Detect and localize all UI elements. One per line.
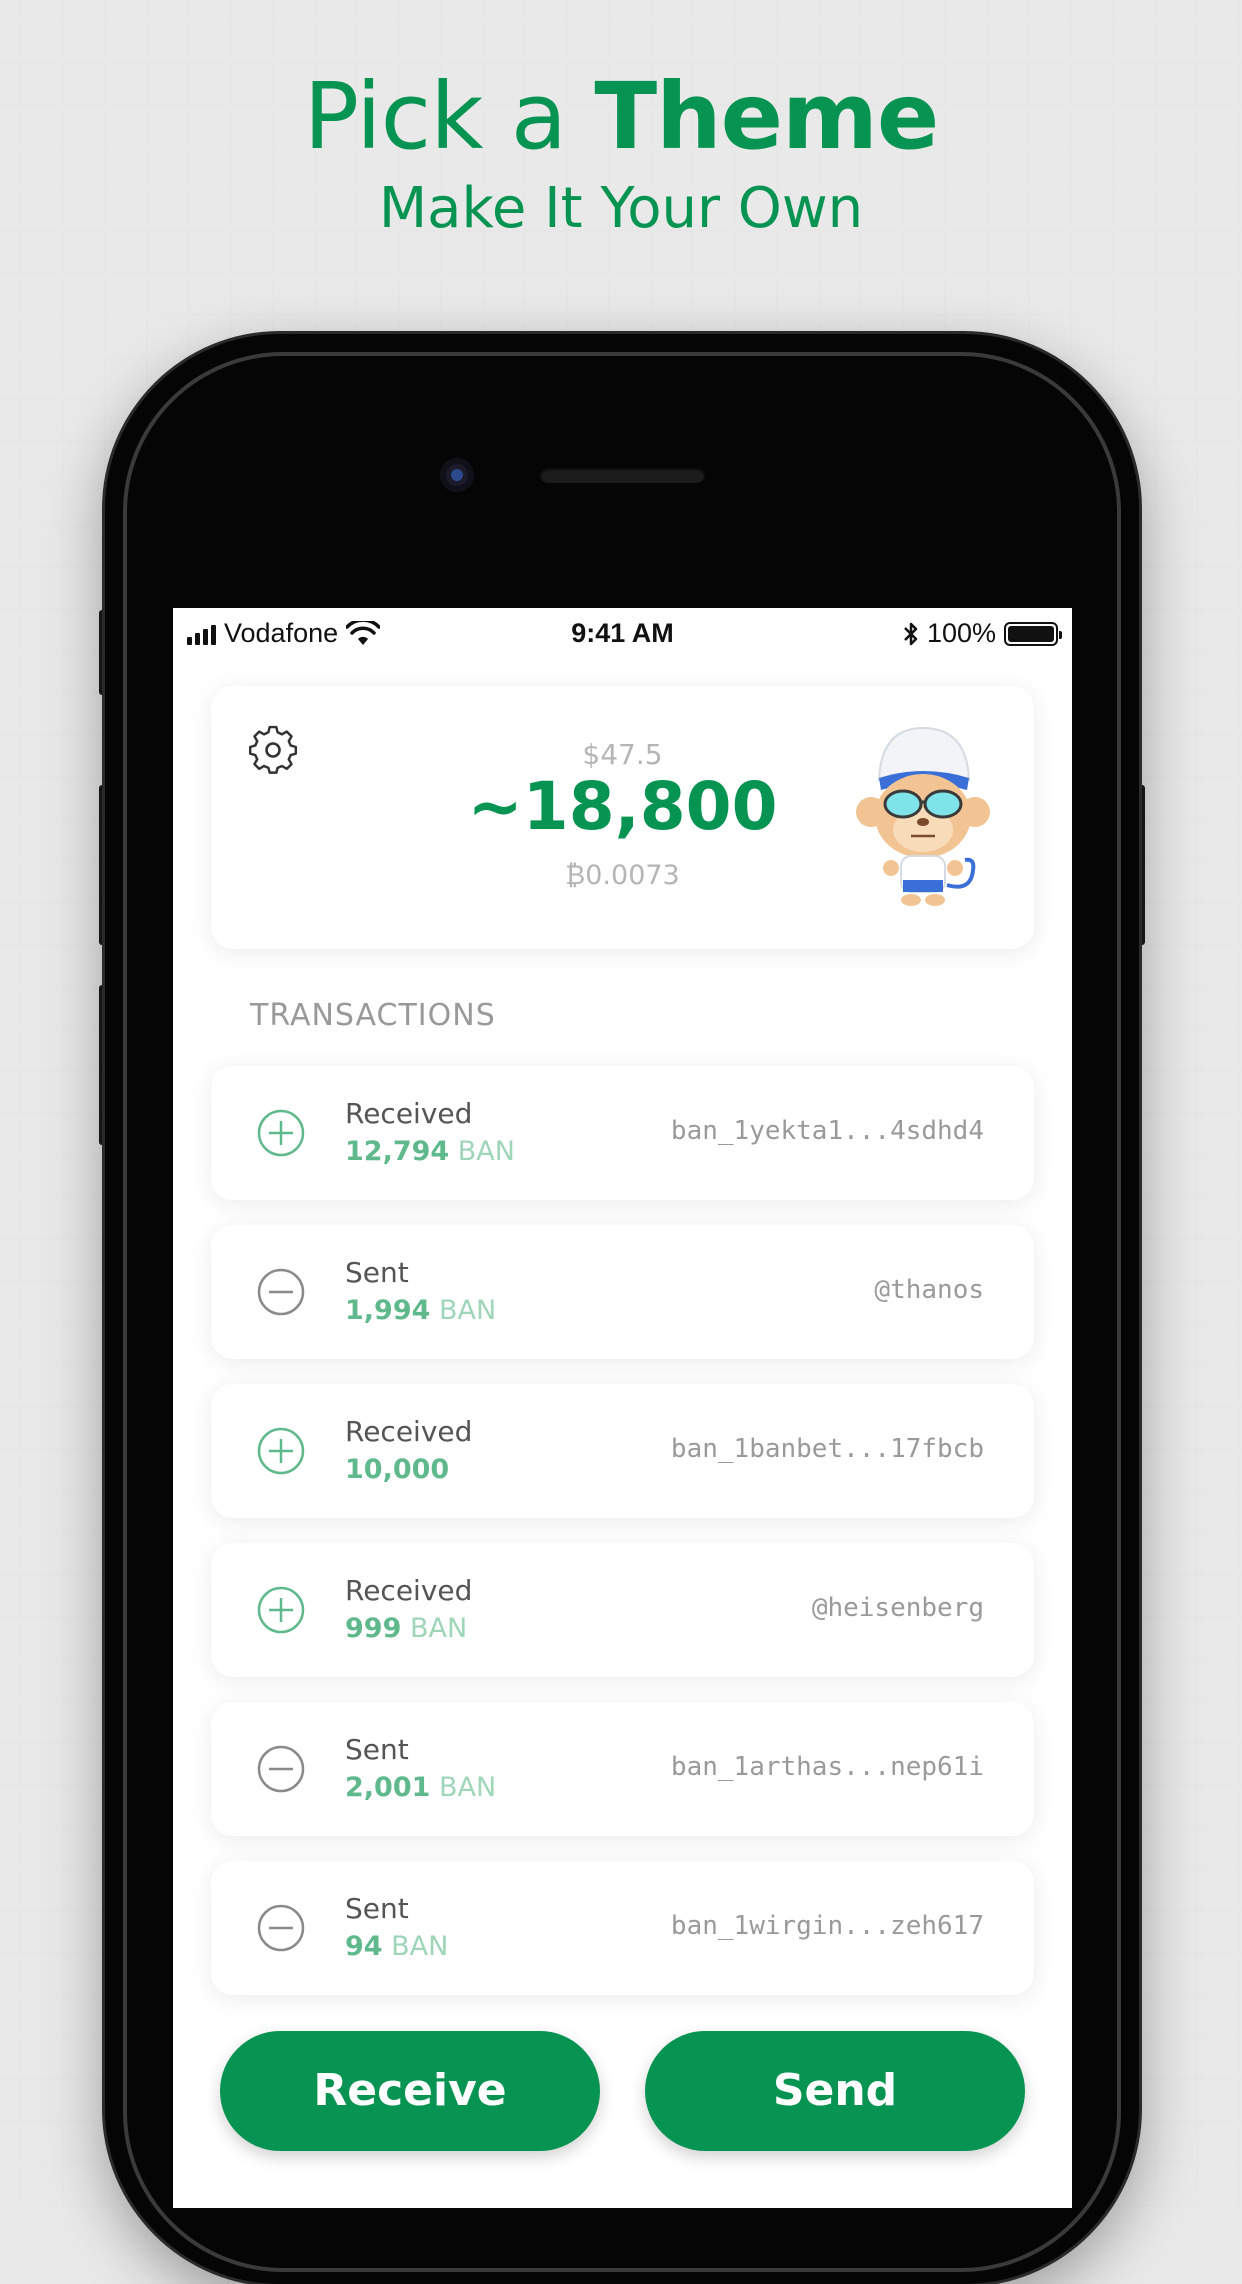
minus-circle-icon [257, 1904, 305, 1952]
transaction-amount: 10,000 [345, 1454, 450, 1485]
transaction-type: Sent [345, 1733, 409, 1766]
transaction-address: @thanos [874, 1275, 984, 1305]
plus-circle-icon [257, 1109, 305, 1157]
earpiece-speaker [540, 467, 705, 483]
battery-percent: 100% [926, 618, 996, 648]
transaction-address: ban_1yekta1...4sdhd4 [670, 1116, 984, 1146]
transaction-row[interactable]: Received 999 BAN @heisenberg [211, 1543, 1034, 1677]
status-bar: Vodafone 9:41 AM 100% [173, 608, 1072, 658]
page-subtitle: Make It Your Own [378, 176, 864, 241]
transactions-heading: TRANSACTIONS [250, 998, 496, 1033]
transaction-type: Received [345, 1574, 473, 1607]
app-screen: Vodafone 9:41 AM 100% $47.5 ~18,800 ₿0.0… [173, 608, 1072, 2208]
minus-circle-icon [257, 1745, 305, 1793]
receive-button[interactable]: Receive [220, 2031, 600, 2151]
monkey-avatar[interactable] [841, 720, 1001, 915]
transaction-type: Sent [345, 1256, 409, 1289]
front-camera [440, 458, 474, 492]
battery-icon [1004, 621, 1062, 646]
transaction-row[interactable]: Sent 2,001 BAN ban_1arthas...nep61i [211, 1702, 1034, 1836]
transaction-type: Received [345, 1097, 473, 1130]
transaction-amount: 2,001 BAN [345, 1772, 497, 1803]
transaction-row[interactable]: Sent 1,994 BAN @thanos [211, 1225, 1034, 1359]
transaction-address: ban_1arthas...nep61i [670, 1752, 984, 1782]
transaction-type: Sent [345, 1892, 409, 1925]
minus-circle-icon [257, 1268, 305, 1316]
transaction-amount: 94 BAN [345, 1931, 449, 1962]
transaction-row[interactable]: Received 10,000 ban_1banbet...17fbcb [211, 1384, 1034, 1518]
transaction-address: @heisenberg [811, 1593, 984, 1623]
transaction-row[interactable]: Sent 94 BAN ban_1wirgin...zeh617 [211, 1861, 1034, 1995]
transaction-amount: 999 BAN [345, 1613, 468, 1644]
transaction-address: ban_1banbet...17fbcb [670, 1434, 984, 1464]
bluetooth-icon [904, 622, 918, 645]
transaction-amount: 1,994 BAN [345, 1295, 497, 1326]
balance-card: $47.5 ~18,800 ₿0.0073 [211, 686, 1034, 949]
plus-circle-icon [257, 1586, 305, 1634]
plus-circle-icon [257, 1427, 305, 1475]
headline-light: Pick a [303, 63, 595, 170]
headline-bold: Theme [594, 63, 939, 170]
transaction-row[interactable]: Received 12,794 BAN ban_1yekta1...4sdhd4 [211, 1066, 1034, 1200]
send-button[interactable]: Send [645, 2031, 1025, 2151]
transaction-amount: 12,794 BAN [345, 1136, 515, 1167]
page-headline: Pick a Theme [0, 62, 1242, 172]
transaction-address: ban_1wirgin...zeh617 [670, 1911, 984, 1941]
transaction-type: Received [345, 1415, 473, 1448]
